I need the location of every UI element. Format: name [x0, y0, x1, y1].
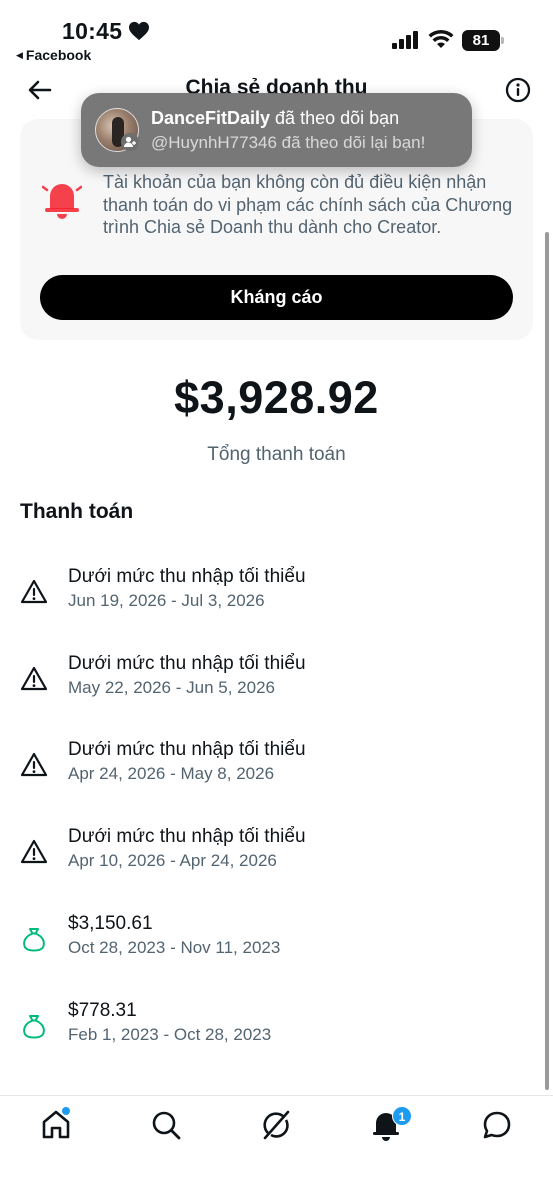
status-time: 10:45: [62, 18, 123, 44]
money-bag-icon: [23, 928, 45, 952]
list-item[interactable]: Dưới mức thu nhập tối thiểu Apr 10, 2026…: [0, 826, 553, 886]
payment-title: Dưới mức thu nhập tối thiểu: [68, 653, 306, 674]
notifications-badge: 1: [392, 1106, 412, 1126]
toast-username: DanceFitDaily: [151, 108, 271, 128]
appeal-button[interactable]: Kháng cáo: [40, 275, 513, 320]
total-label: Tổng thanh toán: [207, 444, 346, 465]
warning-icon: [20, 839, 48, 864]
warning-icon: [20, 666, 48, 691]
payment-dates: Jun 19, 2026 - Jul 3, 2026: [68, 591, 265, 610]
list-item[interactable]: Dưới mức thu nhập tối thiểu May 22, 2026…: [0, 653, 553, 713]
grok-icon[interactable]: [259, 1108, 293, 1142]
cellular-signal-icon: [392, 31, 418, 49]
heart-icon: [129, 21, 149, 41]
notice-message: Tài khoản của bạn không còn đủ điều kiện…: [103, 172, 513, 237]
total-amount: $3,928.92: [174, 372, 379, 423]
info-icon[interactable]: [504, 76, 532, 104]
list-item[interactable]: Dưới mức thu nhập tối thiểu Jun 19, 2026…: [0, 566, 553, 626]
toast-action: đã theo dõi bạn: [270, 108, 400, 128]
payment-title: Dưới mức thu nhập tối thiểu: [68, 566, 306, 587]
payment-dates: Oct 28, 2023 - Nov 11, 2023: [68, 938, 281, 957]
payment-dates: Feb 1, 2023 - Oct 28, 2023: [68, 1025, 272, 1044]
follow-notification-toast[interactable]: DanceFitDaily đã theo dõi bạn @HuynhH773…: [81, 93, 472, 167]
wifi-icon: [428, 29, 454, 48]
battery-indicator: 81: [462, 30, 504, 51]
payment-amount: $3,150.61: [68, 913, 153, 934]
scrollbar[interactable]: [545, 232, 549, 1090]
payment-title: Dưới mức thu nhập tối thiểu: [68, 826, 306, 847]
battery-level: 81: [462, 30, 500, 51]
back-to-app-link[interactable]: ◀ Facebook: [16, 47, 91, 63]
payment-dates: May 22, 2026 - Jun 5, 2026: [68, 678, 275, 697]
back-app-label: Facebook: [25, 47, 92, 63]
toast-title: DanceFitDaily đã theo dõi bạn: [151, 108, 399, 129]
search-icon[interactable]: [149, 1108, 183, 1142]
payment-dates: Apr 24, 2026 - May 8, 2026: [68, 764, 275, 783]
warning-icon: [20, 579, 48, 604]
follow-person-icon: [121, 133, 139, 151]
toast-subtitle: @HuynhH77346 đã theo dõi lại bạn!: [151, 133, 426, 152]
payments-section-title: Thanh toán: [20, 500, 134, 523]
battery-cap: [501, 37, 504, 44]
status-bar: 10:45 ◀ Facebook 81: [0, 0, 553, 66]
back-triangle-icon: ◀: [16, 49, 23, 60]
list-item[interactable]: $778.31 Feb 1, 2023 - Oct 28, 2023: [0, 1000, 553, 1060]
bell-alert-icon: [42, 184, 82, 219]
money-bag-icon: [23, 1015, 45, 1039]
home-new-dot: [62, 1107, 70, 1115]
warning-icon: [20, 752, 48, 777]
bottom-tab-bar: 1: [0, 1095, 553, 1200]
payment-amount: $778.31: [68, 1000, 137, 1021]
list-item[interactable]: $3,150.61 Oct 28, 2023 - Nov 11, 2023: [0, 913, 553, 973]
payment-title: Dưới mức thu nhập tối thiểu: [68, 739, 306, 760]
messages-icon[interactable]: [480, 1108, 514, 1142]
payment-dates: Apr 10, 2026 - Apr 24, 2026: [68, 851, 277, 870]
list-item[interactable]: Dưới mức thu nhập tối thiểu Apr 24, 2026…: [0, 739, 553, 799]
